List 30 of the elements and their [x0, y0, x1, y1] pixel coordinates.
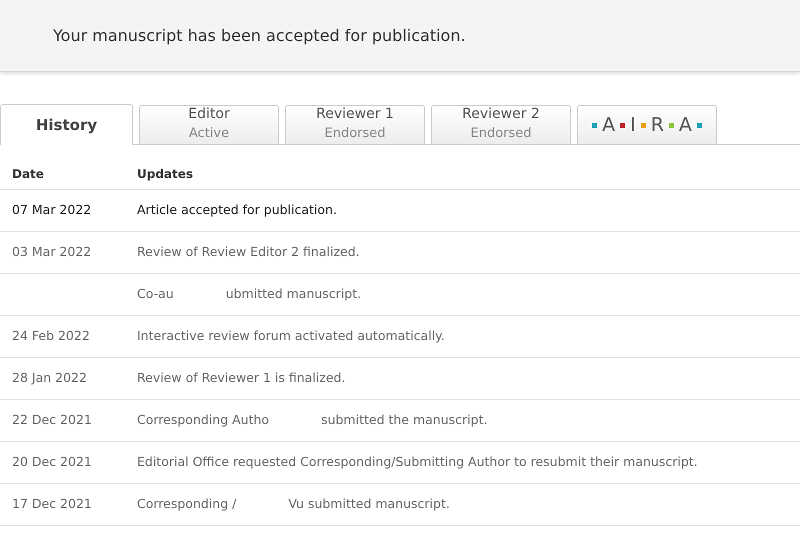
column-header: Date: [11, 166, 45, 183]
update-text: Review of Review Editor 2 finalized.: [137, 243, 360, 262]
update-text: Editorial Office requested Corresponding/Submitting Author to resubmit their manuscript.: [137, 453, 698, 472]
logo-letter: A: [602, 112, 616, 138]
logo-letter: R: [650, 112, 664, 138]
tab[interactable]: Reviewer 1 Endorsed: [285, 105, 425, 144]
date-cell: 20 Dec 2021: [12, 454, 92, 470]
update-text: Corresponding Autho: [137, 411, 270, 430]
date-cell: 07 Mar 2022: [12, 202, 92, 218]
logo-letter: A: [678, 112, 692, 138]
tab[interactable]: Reviewer 2 Endorsed: [431, 105, 571, 144]
update-text: Vu submitted manuscript.: [288, 495, 450, 514]
update-text: Interactive review forum activated automatically.: [137, 327, 445, 346]
logo-letter: I: [630, 112, 636, 138]
date-cell: 22 Dec 2021: [12, 412, 92, 428]
date-cell: 03 Mar 2022: [12, 244, 92, 260]
logo-tab[interactable]: A I R A: [577, 105, 717, 144]
update-text: Article accepted for publication.: [137, 201, 337, 220]
banner-message: Your manuscript has been accepted for publication.: [53, 24, 466, 46]
date-cell: 28 Jan 2022: [12, 370, 87, 386]
date-cell: 24 Feb 2022: [12, 328, 90, 344]
column-header: Updates: [137, 166, 194, 183]
update-text: Co-au: [137, 285, 174, 304]
update-text: Corresponding /: [137, 495, 236, 514]
date-cell: 17 Dec 2021: [12, 496, 92, 512]
tab[interactable]: Editor Active: [139, 105, 279, 144]
update-text: ubmitted manuscript.: [226, 285, 362, 304]
update-text: submitted the manuscript.: [321, 411, 488, 430]
tab[interactable]: History: [0, 104, 133, 145]
update-text: Review of Reviewer 1 is finalized.: [137, 369, 346, 388]
